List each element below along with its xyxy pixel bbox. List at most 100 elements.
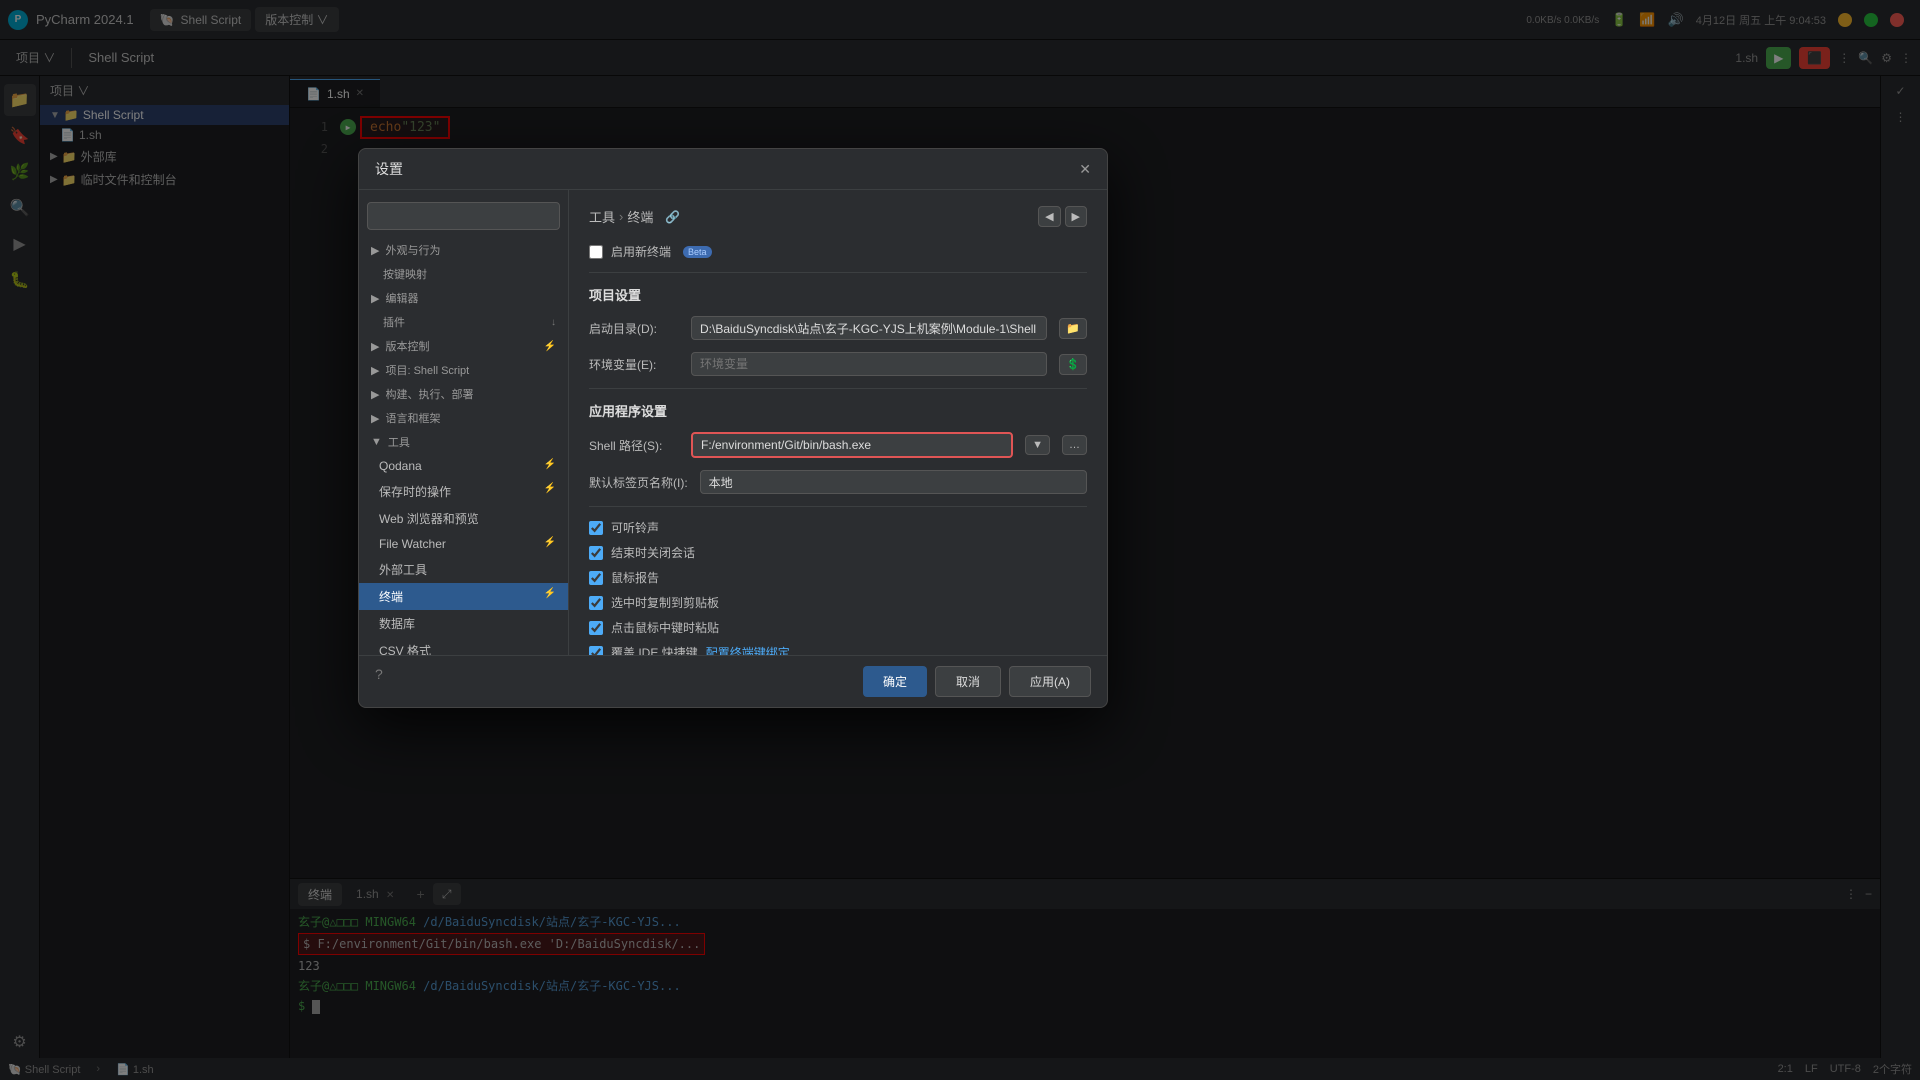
- breadcrumb-sep: ›: [619, 209, 623, 224]
- nav-editor-label: 编辑器: [385, 290, 418, 306]
- save-actions-icon: ⚡: [544, 483, 556, 494]
- nav-external-tools-label: 外部工具: [379, 563, 427, 577]
- nav-group-tools[interactable]: ▼ 工具: [359, 430, 568, 454]
- nav-group-plugins[interactable]: 插件 ↓: [359, 310, 568, 334]
- middle-paste-checkbox[interactable]: [589, 621, 603, 635]
- nav-project-label: 项目: Shell Script: [385, 362, 469, 378]
- nav-chevron-tools: ▼: [371, 436, 382, 448]
- default-tab-input[interactable]: [700, 470, 1087, 494]
- nav-group-lang[interactable]: ▶ 语言和框架: [359, 406, 568, 430]
- nav-item-terminal[interactable]: 终端 ⚡: [359, 583, 568, 610]
- override-ide-label: 覆盖 IDE 快捷键: [611, 644, 698, 655]
- nav-item-qodana[interactable]: Qodana ⚡: [359, 454, 568, 478]
- nav-chevron-editor: ▶: [371, 292, 379, 305]
- mouse-report-checkbox[interactable]: [589, 571, 603, 585]
- settings-dialog: 设置 ✕ ▶ 外观与行为 按键映射 ▶ 编辑器 插件: [358, 148, 1108, 708]
- nav-file-watcher-label: File Watcher: [379, 537, 446, 551]
- nav-item-external-tools[interactable]: 外部工具: [359, 556, 568, 583]
- breadcrumb-tools: 工具: [589, 207, 615, 226]
- breadcrumb-nav-btns: ◀ ▶: [1038, 206, 1087, 227]
- file-watcher-icon: ⚡: [544, 537, 556, 548]
- settings-breadcrumb: 工具 › 终端 🔗 ◀ ▶: [589, 206, 1087, 227]
- nav-chevron-lang: ▶: [371, 412, 379, 425]
- start-dir-label: 启动目录(D):: [589, 320, 679, 337]
- enable-new-terminal-row: 启用新终端 Beta: [589, 243, 1087, 260]
- nav-group-vcs[interactable]: ▶ 版本控制 ⚡: [359, 334, 568, 358]
- nav-build-label: 构建、执行、部署: [385, 386, 473, 402]
- terminal-nav-icon: ⚡: [544, 588, 556, 599]
- copy-on-select-checkbox[interactable]: [589, 596, 603, 610]
- configure-keybindings-link[interactable]: 配置终端键绑定: [706, 644, 790, 655]
- nav-keymap-label: 按键映射: [371, 266, 427, 282]
- nav-group-editor[interactable]: ▶ 编辑器: [359, 286, 568, 310]
- nav-tools-label: 工具: [388, 434, 410, 450]
- settings-title: 设置: [375, 159, 1079, 179]
- divider-2: [589, 388, 1087, 389]
- checkbox-bell: 可听铃声: [589, 519, 1087, 536]
- nav-plugins-label: 插件: [371, 314, 405, 330]
- vcs-icon: ⚡: [544, 341, 556, 352]
- start-dir-row: 启动目录(D): 📁: [589, 316, 1087, 340]
- checkbox-mouse-report: 鼠标报告: [589, 569, 1087, 586]
- env-var-label: 环境变量(E):: [589, 356, 679, 373]
- ok-button[interactable]: 确定: [863, 666, 927, 697]
- nav-group-build[interactable]: ▶ 构建、执行、部署: [359, 382, 568, 406]
- divider-3: [589, 506, 1087, 507]
- enable-new-terminal-label: 启用新终端: [611, 243, 671, 260]
- nav-qodana-label: Qodana: [379, 459, 422, 473]
- breadcrumb-link-icon[interactable]: 🔗: [665, 210, 680, 224]
- default-tab-label: 默认标签页名称(I):: [589, 474, 688, 491]
- nav-item-file-watcher[interactable]: File Watcher ⚡: [359, 532, 568, 556]
- start-dir-browse-button[interactable]: 📁: [1059, 318, 1087, 339]
- cancel-button[interactable]: 取消: [935, 666, 1001, 697]
- nav-terminal-label: 终端: [379, 590, 403, 604]
- divider-1: [589, 272, 1087, 273]
- nav-back-button[interactable]: ◀: [1038, 206, 1060, 227]
- bell-checkbox[interactable]: [589, 521, 603, 535]
- default-tab-row: 默认标签页名称(I):: [589, 470, 1087, 494]
- help-icon[interactable]: ?: [375, 666, 383, 697]
- start-dir-input[interactable]: [691, 316, 1047, 340]
- close-session-label: 结束时关闭会话: [611, 544, 695, 561]
- mouse-report-label: 鼠标报告: [611, 569, 659, 586]
- env-var-browse-button[interactable]: 💲: [1059, 354, 1087, 375]
- plugins-icon: ↓: [551, 317, 556, 328]
- beta-badge: Beta: [683, 246, 712, 258]
- nav-item-save-actions[interactable]: 保存时的操作 ⚡: [359, 478, 568, 505]
- breadcrumb-terminal: 终端: [627, 207, 653, 226]
- settings-titlebar: 设置 ✕: [359, 149, 1107, 190]
- app-settings-title: 应用程序设置: [589, 401, 1087, 420]
- project-settings-title: 项目设置: [589, 285, 1087, 304]
- nav-group-project[interactable]: ▶ 项目: Shell Script: [359, 358, 568, 382]
- env-var-input[interactable]: [691, 352, 1047, 376]
- nav-forward-button[interactable]: ▶: [1065, 206, 1087, 227]
- qodana-icon: ⚡: [544, 459, 556, 470]
- enable-new-terminal-checkbox[interactable]: [589, 245, 603, 259]
- nav-item-web-browser[interactable]: Web 浏览器和预览: [359, 505, 568, 532]
- checkbox-override-ide: 覆盖 IDE 快捷键 配置终端键绑定: [589, 644, 1087, 655]
- nav-group-appearance[interactable]: ▶ 外观与行为: [359, 238, 568, 262]
- copy-on-select-label: 选中时复制到剪贴板: [611, 594, 719, 611]
- checkbox-copy-on-select: 选中时复制到剪贴板: [589, 594, 1087, 611]
- nav-chevron-build: ▶: [371, 388, 379, 401]
- shell-path-input[interactable]: [691, 432, 1013, 458]
- checkbox-close-session: 结束时关闭会话: [589, 544, 1087, 561]
- nav-vcs-label: 版本控制: [385, 338, 429, 354]
- shell-path-label: Shell 路径(S):: [589, 437, 679, 454]
- shell-path-dropdown-button[interactable]: ▼: [1025, 435, 1050, 455]
- settings-close-button[interactable]: ✕: [1079, 161, 1091, 178]
- override-ide-checkbox[interactable]: [589, 646, 603, 656]
- bell-label: 可听铃声: [611, 519, 659, 536]
- nav-group-keymap[interactable]: 按键映射: [359, 262, 568, 286]
- shell-path-browse-button[interactable]: …: [1062, 435, 1087, 455]
- nav-web-browser-label: Web 浏览器和预览: [379, 512, 479, 526]
- checkbox-middle-paste: 点击鼠标中键时粘贴: [589, 619, 1087, 636]
- close-session-checkbox[interactable]: [589, 546, 603, 560]
- nav-item-database[interactable]: 数据库: [359, 610, 568, 637]
- apply-button[interactable]: 应用(A): [1009, 666, 1091, 697]
- settings-content: 工具 › 终端 🔗 ◀ ▶ 启用新终端 Beta 项目: [569, 190, 1107, 655]
- nav-item-csv[interactable]: CSV 格式: [359, 637, 568, 655]
- modal-overlay: 设置 ✕ ▶ 外观与行为 按键映射 ▶ 编辑器 插件: [0, 0, 1920, 1080]
- middle-paste-label: 点击鼠标中键时粘贴: [611, 619, 719, 636]
- settings-search-input[interactable]: [367, 202, 560, 230]
